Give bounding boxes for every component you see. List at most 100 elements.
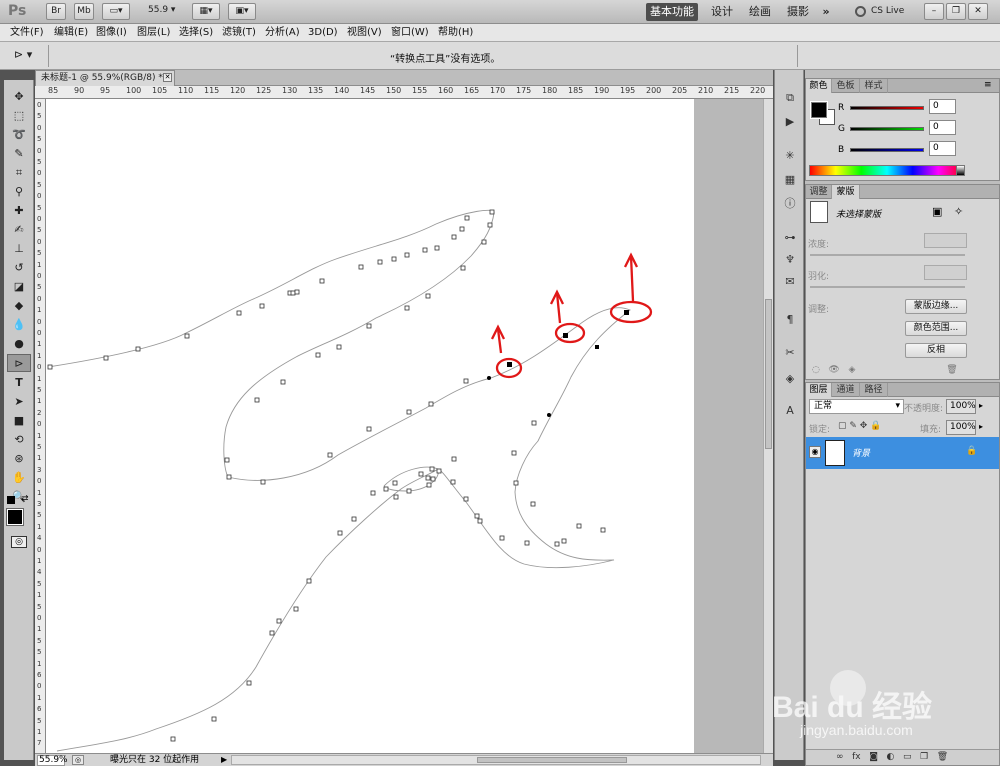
move-tool-icon[interactable]: ✥: [7, 88, 31, 106]
anchor-point[interactable]: [315, 352, 321, 358]
anchor-point[interactable]: [428, 401, 434, 407]
anchor-point[interactable]: [366, 426, 372, 432]
menu-edit[interactable]: 编辑(E): [54, 26, 88, 40]
workspace-essentials[interactable]: 基本功能: [646, 3, 698, 21]
color-ramp[interactable]: [809, 165, 965, 176]
anchor-point[interactable]: [426, 482, 432, 488]
fill-value[interactable]: 100%: [946, 420, 976, 435]
animation-panel-icon[interactable]: ♆: [781, 252, 799, 268]
anchor-point[interactable]: [319, 278, 325, 284]
anchor-point[interactable]: [246, 680, 252, 686]
path-selection-tool-icon[interactable]: ➤: [7, 393, 31, 411]
anchor-point[interactable]: [463, 496, 469, 502]
menu-window[interactable]: 窗口(W): [391, 26, 429, 40]
tool-presets-panel-icon[interactable]: ⊶: [781, 230, 799, 246]
blend-mode-select[interactable]: 正常 ▾: [809, 399, 904, 414]
status-info-icon[interactable]: ◎: [72, 755, 84, 765]
menu-view[interactable]: 视图(V): [347, 26, 382, 40]
layer-name[interactable]: 背景: [852, 446, 870, 459]
anchor-point[interactable]: [429, 466, 435, 472]
minimize-button[interactable]: –: [924, 3, 944, 20]
measurement-panel-icon[interactable]: ✂: [781, 345, 799, 361]
character-panel-icon[interactable]: A: [781, 403, 799, 419]
anchor-point[interactable]: [531, 420, 537, 426]
color-ramp-bw[interactable]: [956, 165, 965, 176]
canvas[interactable]: [46, 99, 694, 753]
horizontal-scrollbar[interactable]: [231, 755, 761, 765]
invert-button[interactable]: 反相: [905, 343, 967, 358]
blur-tool-icon[interactable]: 💧: [7, 316, 31, 334]
zoom-level-dropdown[interactable]: 55.9 ▾: [148, 5, 175, 15]
pixel-mask-icon[interactable]: ▣: [932, 205, 942, 218]
3d-orbit-tool-icon[interactable]: ⊛: [7, 450, 31, 468]
density-field[interactable]: [924, 233, 967, 248]
anchor-point[interactable]: [337, 530, 343, 536]
anchor-point[interactable]: [306, 578, 312, 584]
anchor-point[interactable]: [418, 471, 424, 477]
visibility-eye-icon[interactable]: ◉: [809, 446, 821, 458]
workspace-photography[interactable]: 摄影: [782, 3, 814, 21]
anchor-point[interactable]: [294, 289, 300, 295]
anchor-point[interactable]: [280, 379, 286, 385]
brushes-panel-icon[interactable]: ✳: [781, 148, 799, 164]
more-workspaces-button[interactable]: »: [818, 3, 834, 21]
swap-colors-icon[interactable]: ⇄: [21, 494, 29, 504]
vertical-scrollbar[interactable]: [763, 99, 773, 753]
anchor-point[interactable]: [422, 247, 428, 253]
anchor-point[interactable]: [524, 540, 530, 546]
tab-adjustments[interactable]: 调整: [806, 185, 832, 199]
clone-stamp-tool-icon[interactable]: ⊥: [7, 240, 31, 258]
tab-swatches[interactable]: 色板: [832, 79, 860, 93]
vertical-scroll-thumb[interactable]: [765, 299, 772, 449]
status-menu-arrow[interactable]: ▶: [221, 755, 227, 764]
anchor-point[interactable]: [404, 252, 410, 258]
anchor-point[interactable]: [451, 456, 457, 462]
anchor-point[interactable]: [377, 259, 383, 265]
close-button[interactable]: ✕: [968, 3, 988, 20]
g-channel-slider[interactable]: [850, 127, 924, 131]
anchor-point[interactable]: [451, 234, 457, 240]
arrange-documents-button[interactable]: ▦▾: [192, 3, 220, 20]
anchor-point[interactable]: [236, 310, 242, 316]
menu-help[interactable]: 帮助(H): [438, 26, 473, 40]
lock-icons[interactable]: ▢ ✎ ✥ 🔒: [838, 421, 881, 431]
tab-channels[interactable]: 通道: [832, 383, 860, 397]
shape-tool-icon[interactable]: ■: [7, 412, 31, 430]
layer-row-background[interactable]: ◉ 背景 🔒: [806, 437, 999, 469]
menu-select[interactable]: 选择(S): [179, 26, 213, 40]
history-brush-tool-icon[interactable]: ↺: [7, 259, 31, 277]
r-channel-value[interactable]: 0: [929, 99, 956, 114]
eraser-tool-icon[interactable]: ◪: [7, 278, 31, 296]
quick-selection-tool-icon[interactable]: ✎: [7, 145, 31, 163]
r-channel-slider[interactable]: [850, 106, 924, 110]
anchor-point[interactable]: [474, 513, 480, 519]
anchor-point[interactable]: [561, 538, 567, 544]
foreground-color-swatch[interactable]: [810, 101, 828, 119]
bridge-button[interactable]: Br: [46, 3, 66, 20]
menu-3d[interactable]: 3D(D): [308, 26, 338, 40]
anchor-point[interactable]: [600, 527, 606, 533]
tab-color[interactable]: 颜色: [806, 79, 832, 93]
opacity-value[interactable]: 100%: [946, 399, 976, 414]
actions-panel-icon[interactable]: ▶: [781, 114, 799, 130]
anchor-point[interactable]: [489, 209, 495, 215]
workspace-design[interactable]: 设计: [706, 3, 738, 21]
anchor-point[interactable]: [254, 397, 260, 403]
status-zoom[interactable]: 55.9%: [37, 755, 68, 766]
path-drawing[interactable]: [46, 99, 694, 753]
tab-masks[interactable]: 蒙版: [832, 185, 860, 199]
dodge-tool-icon[interactable]: ●: [7, 335, 31, 353]
tab-styles[interactable]: 样式: [860, 79, 888, 93]
anchor-point[interactable]: [406, 488, 412, 494]
anchor-point[interactable]: [290, 290, 296, 296]
anchor-point[interactable]: [513, 480, 519, 486]
notes-panel-icon[interactable]: ✉: [781, 274, 799, 290]
anchor-point[interactable]: [370, 490, 376, 496]
g-channel-value[interactable]: 0: [929, 120, 956, 135]
screen-mode-button[interactable]: ▣▾: [228, 3, 256, 20]
anchor-point[interactable]: [170, 736, 176, 742]
anchor-point[interactable]: [434, 245, 440, 251]
density-slider[interactable]: [810, 254, 965, 256]
menu-layer[interactable]: 图层(L): [137, 26, 170, 40]
mask-footer-icons[interactable]: ◌ 👁 ◈ 🗑: [812, 365, 958, 375]
